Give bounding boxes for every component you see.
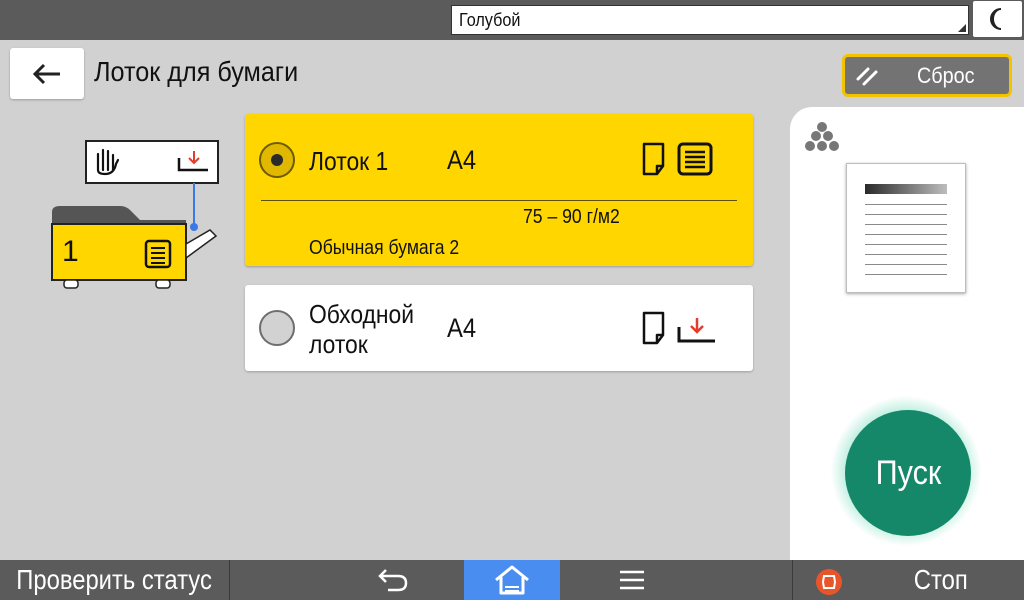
top-bar: Голубой bbox=[0, 0, 1024, 40]
tray-1-name: Лоток 1 bbox=[309, 146, 389, 176]
stop-button[interactable]: Стоп bbox=[792, 560, 1024, 600]
theme-select[interactable]: Голубой bbox=[451, 5, 969, 35]
tray-1-weight: 75 – 90 г/м2 bbox=[523, 206, 620, 228]
bottom-bar: Проверить статус Стоп bbox=[0, 560, 1024, 600]
home-button[interactable] bbox=[464, 560, 560, 600]
portrait-paper-icon bbox=[642, 311, 665, 345]
page-title: Лоток для бумаги bbox=[94, 56, 299, 87]
reset-slash-icon bbox=[856, 67, 878, 86]
tray-1-size: A4 bbox=[447, 145, 477, 175]
bypass-tray-option[interactable]: Обходной лоток A4 bbox=[245, 285, 753, 371]
home-icon bbox=[495, 565, 529, 595]
check-status-button[interactable]: Проверить статус bbox=[0, 560, 230, 600]
tray-1-paper-type: Обычная бумага 2 bbox=[309, 237, 460, 259]
tray-1-option[interactable]: Лоток 1 A4 75 – 90 г/м2 Обычная бумага 2 bbox=[245, 114, 753, 266]
portrait-paper-icon bbox=[642, 142, 665, 176]
night-mode-button[interactable] bbox=[973, 1, 1022, 37]
undo-button[interactable] bbox=[348, 560, 438, 600]
document-preview bbox=[846, 163, 966, 293]
menu-icon bbox=[620, 570, 644, 590]
reset-button[interactable]: Сброс bbox=[842, 54, 1012, 97]
start-button[interactable]: Пуск bbox=[845, 410, 971, 536]
colour-dots-icon bbox=[805, 122, 839, 151]
menu-button[interactable] bbox=[586, 560, 678, 600]
card-divider bbox=[261, 200, 737, 201]
right-panel: Пуск bbox=[790, 107, 1024, 560]
arrow-left-icon bbox=[32, 63, 60, 84]
back-button[interactable] bbox=[10, 48, 84, 99]
check-status-label: Проверить статус bbox=[16, 564, 213, 595]
dropdown-corner-icon bbox=[958, 24, 966, 32]
moon-icon bbox=[989, 8, 1001, 30]
bypass-tray-name-line1: Обходной bbox=[309, 299, 415, 329]
bypass-tray-radio[interactable] bbox=[259, 310, 295, 346]
start-label: Пуск bbox=[875, 453, 941, 492]
stop-icon bbox=[816, 569, 842, 595]
stop-label: Стоп bbox=[913, 564, 968, 595]
bypass-tray-icon bbox=[677, 318, 715, 343]
tray-illustration: 1 bbox=[48, 140, 228, 300]
tray-number: 1 bbox=[62, 235, 79, 268]
undo-icon bbox=[378, 569, 408, 592]
tray-1-radio[interactable] bbox=[259, 142, 295, 178]
bypass-tray-name-line2: лоток bbox=[309, 329, 368, 359]
paper-stack-icon bbox=[677, 142, 713, 176]
reset-label: Сброс bbox=[917, 63, 975, 88]
theme-select-value: Голубой bbox=[459, 10, 521, 30]
bypass-tray-size: A4 bbox=[447, 313, 477, 343]
